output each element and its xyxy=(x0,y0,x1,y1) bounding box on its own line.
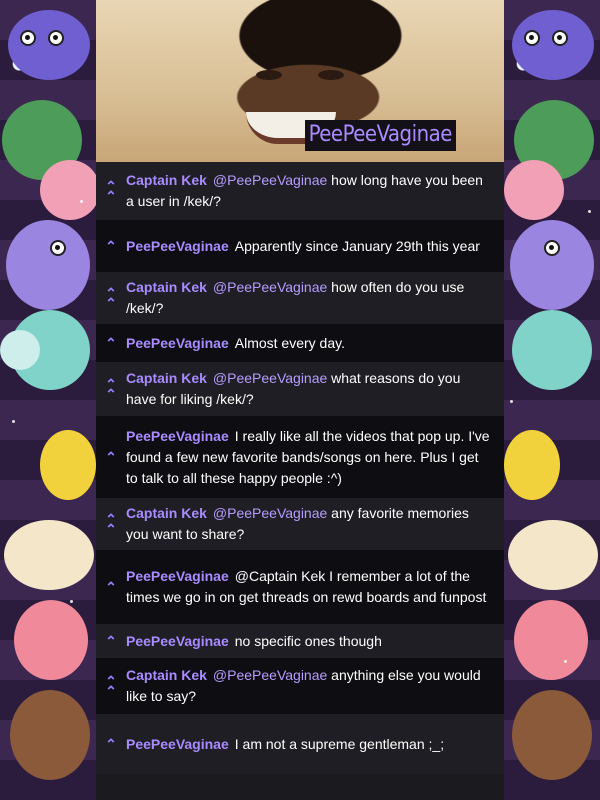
double-chevron-up-icon[interactable]: ⌃ ⌃ xyxy=(104,286,118,310)
chat-message: ⌃ ⌃ Captain Kek @PeePeeVaginae what reasons… xyxy=(96,362,504,416)
message-body: PeePeeVaginae @Captain Kek I remember a l… xyxy=(126,566,494,608)
cartoon-creature-cream xyxy=(508,520,598,590)
chevron-up-icon[interactable]: ⌃ xyxy=(104,634,118,648)
message-text: I am not a supreme gentleman ;_; xyxy=(234,735,445,752)
message-list: ⌃ ⌃ Captain Kek @PeePeeVaginae how long hav… xyxy=(96,162,504,774)
cartoon-eye xyxy=(544,240,560,256)
message-author[interactable]: PeePeeVaginae xyxy=(126,633,229,649)
star-dot xyxy=(12,420,15,423)
cartoon-creature-yellow xyxy=(40,430,96,500)
chat-message: ⌃ PeePeeVaginae @Captain Kek I remember a … xyxy=(96,550,504,624)
message-body: PeePeeVaginae Almost every day. xyxy=(126,333,345,354)
message-author[interactable]: Captain Kek xyxy=(126,505,207,521)
chat-message: ⌃ ⌃ Captain Kek @PeePeeVaginae how often do… xyxy=(96,272,504,324)
chat-message: ⌃ PeePeeVaginae no specific ones though xyxy=(96,624,504,658)
message-author[interactable]: PeePeeVaginae xyxy=(126,736,229,752)
message-author[interactable]: PeePeeVaginae xyxy=(126,335,229,351)
double-chevron-up-icon[interactable]: ⌃ ⌃ xyxy=(104,512,118,536)
message-mention[interactable]: @PeePeeVaginae xyxy=(213,279,327,295)
left-decorative-border xyxy=(0,0,96,800)
chevron-up-icon[interactable]: ⌃ xyxy=(104,450,118,464)
star-dot xyxy=(80,200,83,203)
cartoon-eye xyxy=(50,240,66,256)
photo-detail xyxy=(318,70,344,80)
username-tag: PeePeeVaginae xyxy=(304,120,456,151)
cartoon-creature-lilac xyxy=(6,220,90,310)
cartoon-creature-lilac xyxy=(510,220,594,310)
chat-column: PeePeeVaginae ⌃ ⌃ Captain Kek @PeePeeVagina… xyxy=(96,0,504,800)
star-dot xyxy=(564,660,567,663)
message-author[interactable]: PeePeeVaginae xyxy=(126,568,229,584)
chat-message: ⌃ ⌃ Captain Kek @PeePeeVaginae how long hav… xyxy=(96,162,504,220)
chevron-up-icon[interactable]: ⌃ xyxy=(104,239,118,253)
cartoon-creature-brown xyxy=(10,690,90,780)
star-dot xyxy=(70,600,73,603)
message-mention[interactable]: @PeePeeVaginae xyxy=(213,505,327,521)
message-author[interactable]: Captain Kek xyxy=(126,667,207,683)
cartoon-creature-purple xyxy=(512,10,594,80)
chevron-up-icon[interactable]: ⌃ xyxy=(104,580,118,594)
message-author[interactable]: Captain Kek xyxy=(126,279,207,295)
profile-photo: PeePeeVaginae xyxy=(96,0,504,162)
message-body: PeePeeVaginae no specific ones though xyxy=(126,631,382,652)
message-author[interactable]: Captain Kek xyxy=(126,172,207,188)
cartoon-eye xyxy=(524,30,540,46)
double-chevron-up-icon[interactable]: ⌃ ⌃ xyxy=(104,179,118,203)
message-body: Captain Kek @PeePeeVaginae any favorite m… xyxy=(126,503,494,545)
cartoon-eye xyxy=(552,30,568,46)
message-text: Apparently since January 29th this year xyxy=(234,237,480,254)
double-chevron-up-icon[interactable]: ⌃ ⌃ xyxy=(104,377,118,401)
message-author[interactable]: PeePeeVaginae xyxy=(126,428,229,444)
message-author[interactable]: Captain Kek xyxy=(126,370,207,386)
cartoon-eye xyxy=(20,30,36,46)
message-body: Captain Kek @PeePeeVaginae what reasons d… xyxy=(126,368,494,410)
message-body: PeePeeVaginae Apparently since January 29… xyxy=(126,236,480,257)
cartoon-creature-pink xyxy=(504,160,564,220)
cartoon-creature-pink xyxy=(40,160,96,220)
right-decorative-border xyxy=(504,0,600,800)
cartoon-creature-teal-light xyxy=(0,330,40,370)
chevron-up-icon[interactable]: ⌃ xyxy=(104,336,118,350)
chat-message: ⌃ PeePeeVaginae Apparently since January 2… xyxy=(96,220,504,272)
message-body: PeePeeVaginae I really like all the video… xyxy=(126,426,494,489)
chat-message: ⌃ ⌃ Captain Kek @PeePeeVaginae anything els… xyxy=(96,658,504,714)
message-body: Captain Kek @PeePeeVaginae anything else … xyxy=(126,665,494,707)
cartoon-creature-cream xyxy=(4,520,94,590)
chat-message: ⌃ PeePeeVaginae I am not a supreme gentlem… xyxy=(96,714,504,774)
double-chevron-up-icon[interactable]: ⌃ ⌃ xyxy=(104,674,118,698)
message-author[interactable]: PeePeeVaginae xyxy=(126,238,229,254)
chat-message: ⌃ PeePeeVaginae I really like all the vide… xyxy=(96,416,504,498)
star-dot xyxy=(588,210,591,213)
cartoon-creature-purple xyxy=(8,10,90,80)
cartoon-creature-teal xyxy=(512,310,592,390)
message-mention[interactable]: @PeePeeVaginae xyxy=(213,172,327,188)
chat-message: ⌃ ⌃ Captain Kek @PeePeeVaginae any favorite… xyxy=(96,498,504,550)
cartoon-eye xyxy=(48,30,64,46)
photo-detail xyxy=(256,70,282,80)
message-body: Captain Kek @PeePeeVaginae how often do y… xyxy=(126,277,494,319)
star-dot xyxy=(510,400,513,403)
cartoon-creature-pink-2 xyxy=(514,600,588,680)
cartoon-creature-brown xyxy=(512,690,592,780)
message-body: Captain Kek @PeePeeVaginae how long have … xyxy=(126,170,494,212)
cartoon-creature-pink-2 xyxy=(14,600,88,680)
message-body: PeePeeVaginae I am not a supreme gentlema… xyxy=(126,734,444,755)
message-mention[interactable]: @PeePeeVaginae xyxy=(213,667,327,683)
chat-message: ⌃ PeePeeVaginae Almost every day. xyxy=(96,324,504,362)
message-text: Almost every day. xyxy=(234,334,345,351)
cartoon-creature-yellow xyxy=(504,430,560,500)
message-text: no specific ones though xyxy=(234,632,382,649)
message-mention[interactable]: @PeePeeVaginae xyxy=(213,370,327,386)
chevron-up-icon[interactable]: ⌃ xyxy=(104,737,118,751)
